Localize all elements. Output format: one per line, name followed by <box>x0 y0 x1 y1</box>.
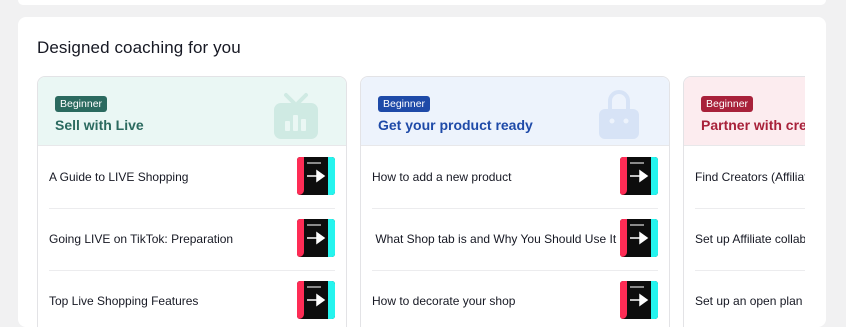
video-thumbnail[interactable] <box>620 157 658 195</box>
coaching-carousel: Beginner Sell with Live A Guide to LIVE … <box>37 76 805 327</box>
card-header: Beginner Get your product ready <box>361 77 669 146</box>
video-thumbnail[interactable] <box>297 281 335 319</box>
card-title: Get your product ready <box>378 117 533 133</box>
lesson-title: Going LIVE on TikTok: Preparation <box>49 232 234 246</box>
lesson-item[interactable]: How to add a new product <box>372 146 658 209</box>
level-badge: Beginner <box>378 96 431 112</box>
video-thumbnail[interactable] <box>620 219 658 257</box>
course-card-partner-with-creators[interactable]: Beginner Partner with creators Find Crea… <box>683 76 805 327</box>
lesson-title: How to decorate your shop <box>372 294 516 308</box>
level-badge: Beginner <box>55 96 108 112</box>
level-badge: Beginner <box>701 96 754 112</box>
lesson-item[interactable]: Top Live Shopping Features <box>49 270 335 327</box>
lesson-item[interactable]: Going LIVE on TikTok: Preparation <box>49 208 335 271</box>
coaching-section: Designed coaching for you Beginner Sell … <box>18 17 826 327</box>
play-icon <box>630 231 649 245</box>
lesson-title: Set up Affiliate collaboration <box>695 232 805 246</box>
play-icon <box>630 169 649 183</box>
lesson-item[interactable]: A Guide to LIVE Shopping <box>49 146 335 209</box>
card-title: Partner with creators <box>701 117 805 133</box>
play-icon <box>307 293 326 307</box>
top-panel <box>18 0 826 5</box>
lesson-title: A Guide to LIVE Shopping <box>49 170 189 184</box>
course-card-sell-with-live[interactable]: Beginner Sell with Live A Guide to LIVE … <box>37 76 347 327</box>
lesson-item[interactable]: Find Creators (Affiliate) <box>695 146 805 209</box>
section-title: Designed coaching for you <box>37 38 241 57</box>
lesson-item[interactable]: Set up Affiliate collaboration <box>695 208 805 271</box>
play-icon <box>630 293 649 307</box>
lesson-item[interactable]: What Shop tab is and Why You Should Use … <box>372 208 658 271</box>
card-header: Beginner Partner with creators <box>684 77 805 146</box>
play-icon <box>307 169 326 183</box>
play-icon <box>307 231 326 245</box>
card-header: Beginner Sell with Live <box>38 77 346 146</box>
tv-chart-icon <box>274 93 318 139</box>
video-thumbnail[interactable] <box>297 219 335 257</box>
course-card-get-product-ready[interactable]: Beginner Get your product ready How to a… <box>360 76 670 327</box>
shopping-bag-icon <box>599 90 639 139</box>
lesson-title: What Shop tab is and Why You Should Use … <box>372 232 617 246</box>
lesson-title: Set up an open plan <box>695 294 803 308</box>
lesson-item[interactable]: How to decorate your shop <box>372 270 658 327</box>
lesson-title: Find Creators (Affiliate) <box>695 170 805 184</box>
lesson-item[interactable]: Set up an open plan <box>695 270 805 327</box>
lesson-title: How to add a new product <box>372 170 512 184</box>
video-thumbnail[interactable] <box>297 157 335 195</box>
lesson-title: Top Live Shopping Features <box>49 294 199 308</box>
video-thumbnail[interactable] <box>620 281 658 319</box>
card-title: Sell with Live <box>55 117 144 133</box>
